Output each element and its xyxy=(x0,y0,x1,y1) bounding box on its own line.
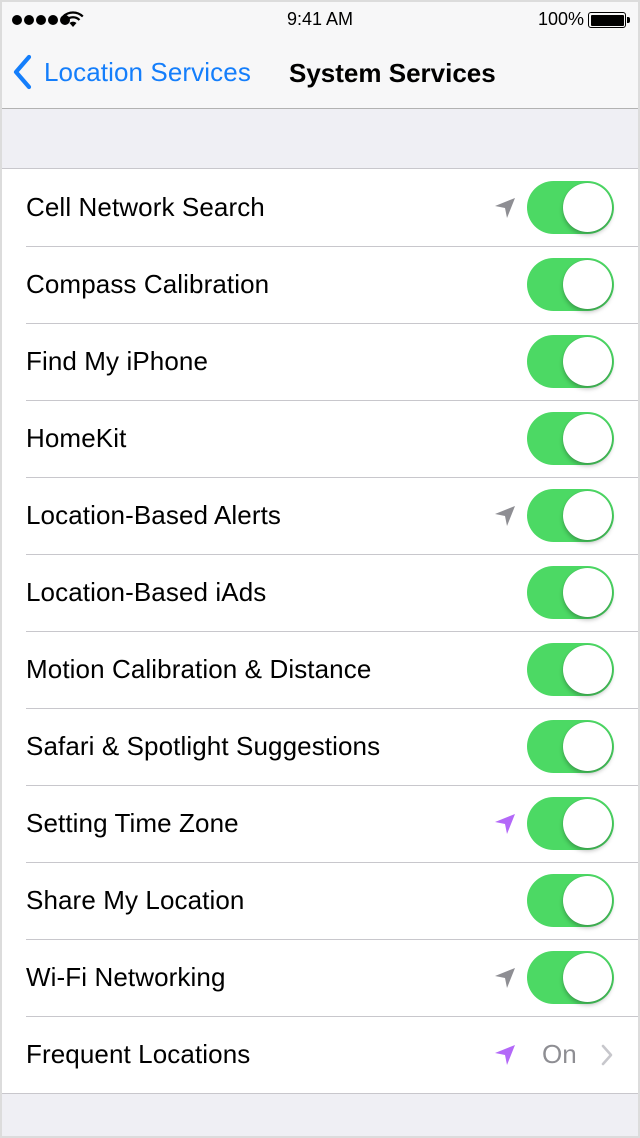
row-label: Location-Based Alerts xyxy=(26,500,282,530)
list-item-compass-calibration: Compass Calibration xyxy=(2,246,638,323)
toggle-knob xyxy=(563,414,612,463)
list-item-share-my-location: Share My Location xyxy=(2,862,638,939)
list-item-location-based-iads: Location-Based iAds xyxy=(2,554,638,631)
toggle-knob xyxy=(563,876,612,925)
row-label: Safari & Spotlight Suggestions xyxy=(26,731,381,761)
toggle-knob xyxy=(563,337,612,386)
list-item-setting-time-zone: Setting Time Zone xyxy=(2,785,638,862)
chevron-left-icon xyxy=(13,54,32,90)
toggle-knob xyxy=(563,491,612,540)
battery-icon xyxy=(588,12,630,28)
toggle-motion-calibration-and-distance[interactable] xyxy=(527,643,614,696)
row-label: Setting Time Zone xyxy=(26,808,239,838)
toggle-setting-time-zone[interactable] xyxy=(527,797,614,850)
toggle-homekit[interactable] xyxy=(527,412,614,465)
toggle-knob xyxy=(563,260,612,309)
row-label: Cell Network Search xyxy=(26,192,265,222)
location-arrow-purple-icon xyxy=(495,1044,515,1065)
chevron-right-icon xyxy=(601,1044,613,1065)
battery-percentage: 100% xyxy=(537,9,584,29)
list-item-homekit: HomeKit xyxy=(2,400,638,477)
toggle-wi-fi-networking[interactable] xyxy=(527,951,614,1004)
row-label: Location-Based iAds xyxy=(26,577,267,607)
location-arrow-gray-icon xyxy=(495,967,515,988)
system-services-list: Cell Network Search Compass Calibration Fi… xyxy=(2,168,638,1094)
row-label: Wi-Fi Networking xyxy=(26,962,226,992)
toggle-knob xyxy=(563,722,612,771)
list-item-wi-fi-networking: Wi-Fi Networking xyxy=(2,939,638,1016)
navigation-bar: Location Services System Services xyxy=(2,40,638,109)
toggle-compass-calibration[interactable] xyxy=(527,258,614,311)
row-label: Find My iPhone xyxy=(26,346,209,376)
list-item-find-my-iphone: Find My iPhone xyxy=(2,323,638,400)
toggle-find-my-iphone[interactable] xyxy=(527,335,614,388)
back-button[interactable]: Location Services xyxy=(12,54,251,90)
toggle-safari-and-spotlight-suggestions[interactable] xyxy=(527,720,614,773)
list-item-frequent-locations[interactable]: Frequent Locations On xyxy=(2,1016,638,1093)
list-item-location-based-alerts: Location-Based Alerts xyxy=(2,477,638,554)
list-item-motion-calibration-and-distance: Motion Calibration & Distance xyxy=(2,631,638,708)
toggle-cell-network-search[interactable] xyxy=(527,181,614,234)
toggle-knob xyxy=(563,568,612,617)
row-label: Share My Location xyxy=(26,885,245,915)
location-arrow-gray-icon xyxy=(495,505,515,526)
row-label: Compass Calibration xyxy=(26,269,270,299)
list-item-safari-and-spotlight-suggestions: Safari & Spotlight Suggestions xyxy=(2,708,638,785)
page-title: System Services xyxy=(289,58,496,88)
location-arrow-gray-icon xyxy=(495,197,515,218)
location-arrow-purple-icon xyxy=(495,813,515,834)
back-button-label: Location Services xyxy=(44,56,251,87)
status-bar: 9:41 AM 100% xyxy=(2,2,638,40)
toggle-knob xyxy=(563,799,612,848)
toggle-knob xyxy=(563,953,612,1002)
list-item-cell-network-search: Cell Network Search xyxy=(2,169,638,246)
toggle-share-my-location[interactable] xyxy=(527,874,614,927)
row-label: Motion Calibration & Distance xyxy=(26,654,372,684)
screen: 9:41 AM 100% Location Services System Se… xyxy=(2,2,638,1136)
toggle-knob xyxy=(563,183,612,232)
top-bar: 9:41 AM 100% Location Services System Se… xyxy=(2,2,638,109)
row-label: HomeKit xyxy=(26,423,127,453)
toggle-knob xyxy=(563,645,612,694)
row-label: Frequent Locations xyxy=(26,1039,251,1069)
frequent-locations-value: On xyxy=(542,1039,577,1069)
toggle-location-based-iads[interactable] xyxy=(527,566,614,619)
toggle-location-based-alerts[interactable] xyxy=(527,489,614,542)
